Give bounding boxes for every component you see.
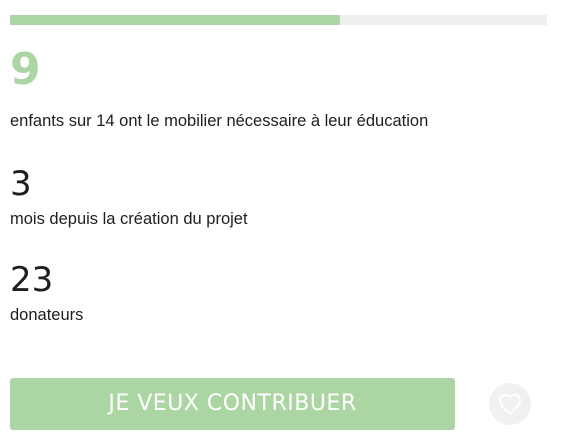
contribute-button[interactable]: JE VEUX CONTRIBUER: [10, 378, 455, 430]
donors-caption: donateurs: [10, 306, 84, 324]
funding-progress-fill: [10, 15, 340, 25]
children-equipped-count: 9: [10, 44, 41, 95]
favorite-button[interactable]: [489, 383, 531, 425]
months-caption: mois depuis la création du projet: [10, 210, 248, 228]
funding-progress-bar: [10, 15, 547, 25]
heart-icon: [499, 394, 521, 415]
project-stats-panel: 9 enfants sur 14 ont le mobilier nécessa…: [0, 0, 581, 441]
donors-count: 23: [10, 260, 54, 300]
children-equipped-caption: enfants sur 14 ont le mobilier nécessair…: [10, 112, 429, 130]
months-count: 3: [10, 164, 32, 204]
